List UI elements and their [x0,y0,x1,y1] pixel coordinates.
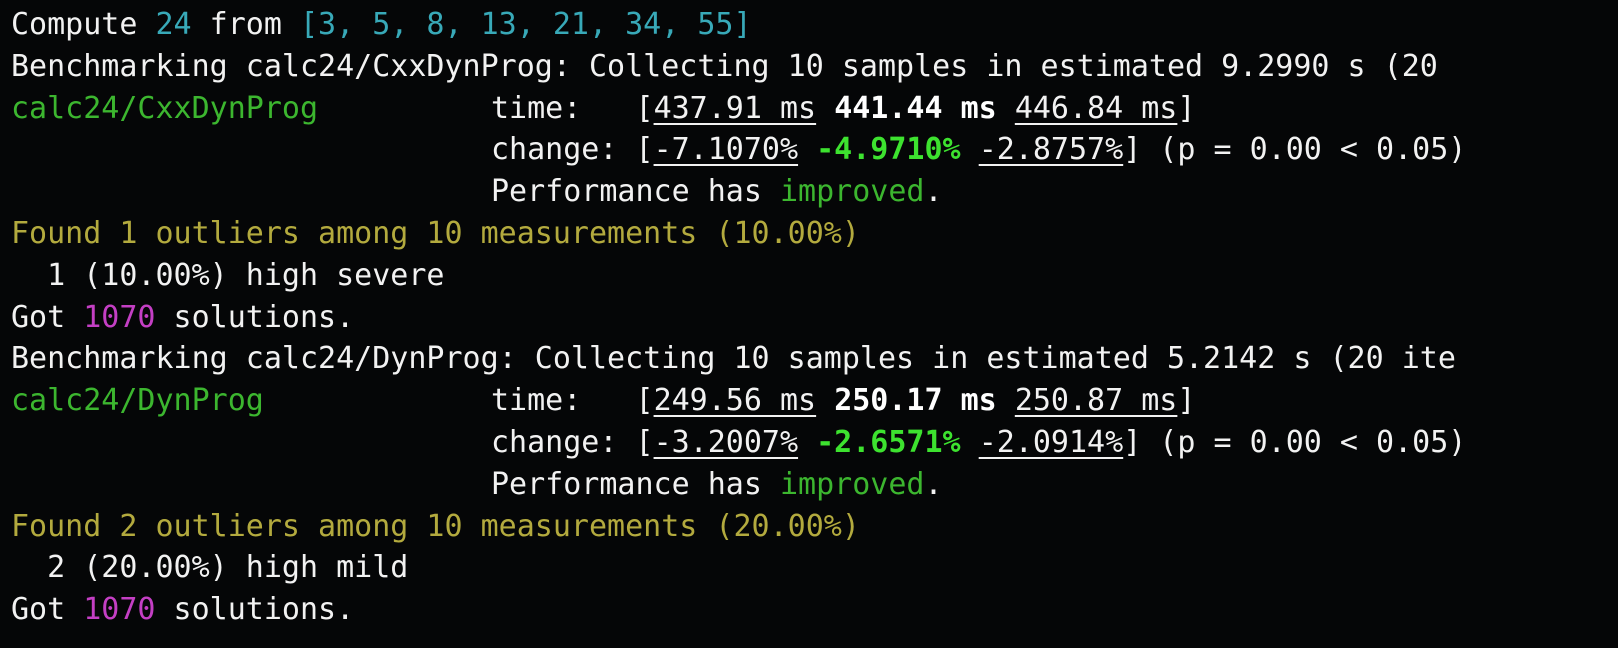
time-label: time: [491,90,636,126]
outliers-detail: 1 (10.00%) high severe [11,257,445,293]
target-value: 24 [155,7,192,42]
performance-status: improved [779,174,925,210]
performance-label: Performance has [491,466,780,502]
time-line: calc24/CxxDynProg time: [437.91 ms 441.44… [11,88,1618,130]
solutions-count: 1070 [83,299,156,335]
time-estimate: 250.17 ms [834,383,997,419]
terminal-output: Compute 24 from [3, 5, 8, 13, 21, 34, 55… [0,0,1618,631]
time-high: 446.84 ms [1014,90,1178,126]
performance-status: improved [779,466,925,502]
input-numbers: [3, 5, 8, 13, 21, 34, 55] [300,7,752,42]
solutions-label: Got [11,592,84,628]
performance-line: Performance has improved. [11,171,1618,213]
solutions-count: 1070 [83,592,156,628]
change-high: -2.0914% [978,424,1124,460]
p-value: (p = 0.00 < 0.05) [1141,424,1467,460]
change-estimate: -4.9710% [816,132,961,168]
outliers-detail: 2 (20.00%) high mild [11,550,409,586]
benchmark-name: calc24/CxxDynProg [11,90,319,126]
outliers-summary: Found 1 outliers among 10 measurements (… [11,215,860,251]
time-low: 437.91 ms [653,90,817,126]
change-high: -2.8757% [978,132,1124,168]
change-line: change: [-3.2007% -2.6571% -2.0914%] (p … [491,424,1467,460]
performance-line: Performance has improved. [11,464,1618,506]
benchmark-name: calc24/DynProg [11,383,264,419]
period: . [924,466,943,502]
collecting-line: Benchmarking calc24/CxxDynProg: Collecti… [11,48,1438,84]
compute-line: Compute 24 from [3, 5, 8, 13, 21, 34, 55… [11,4,1618,46]
solutions-label: Got [11,299,84,335]
change-label: change: [491,132,636,168]
solutions-line: Got 1070 solutions. [11,589,1618,631]
solutions-line: Got 1070 solutions. [11,297,1618,339]
change-low: -7.1070% [653,132,799,168]
change-low: -3.2007% [653,424,799,460]
from-label: from [191,7,300,42]
compute-label: Compute [11,7,156,42]
performance-label: Performance has [491,174,780,210]
p-value: (p = 0.00 < 0.05) [1141,132,1467,168]
time-line: calc24/DynProg time: [249.56 ms 250.17 ms… [11,380,1618,422]
collecting-line: Benchmarking calc24/DynProg: Collecting … [11,341,1456,377]
change-label: change: [491,424,636,460]
outliers-summary: Found 2 outliers among 10 measurements (… [11,508,860,544]
change-estimate: -2.6571% [816,424,961,460]
period: . [924,174,943,210]
time-high: 250.87 ms [1014,383,1178,419]
time-estimate: 441.44 ms [834,90,997,126]
time-low: 249.56 ms [653,383,817,419]
time-label: time: [491,383,636,419]
solutions-suffix: solutions. [155,299,355,335]
solutions-suffix: solutions. [155,592,355,628]
change-line: change: [-7.1070% -4.9710% -2.8757%] (p … [491,132,1467,168]
